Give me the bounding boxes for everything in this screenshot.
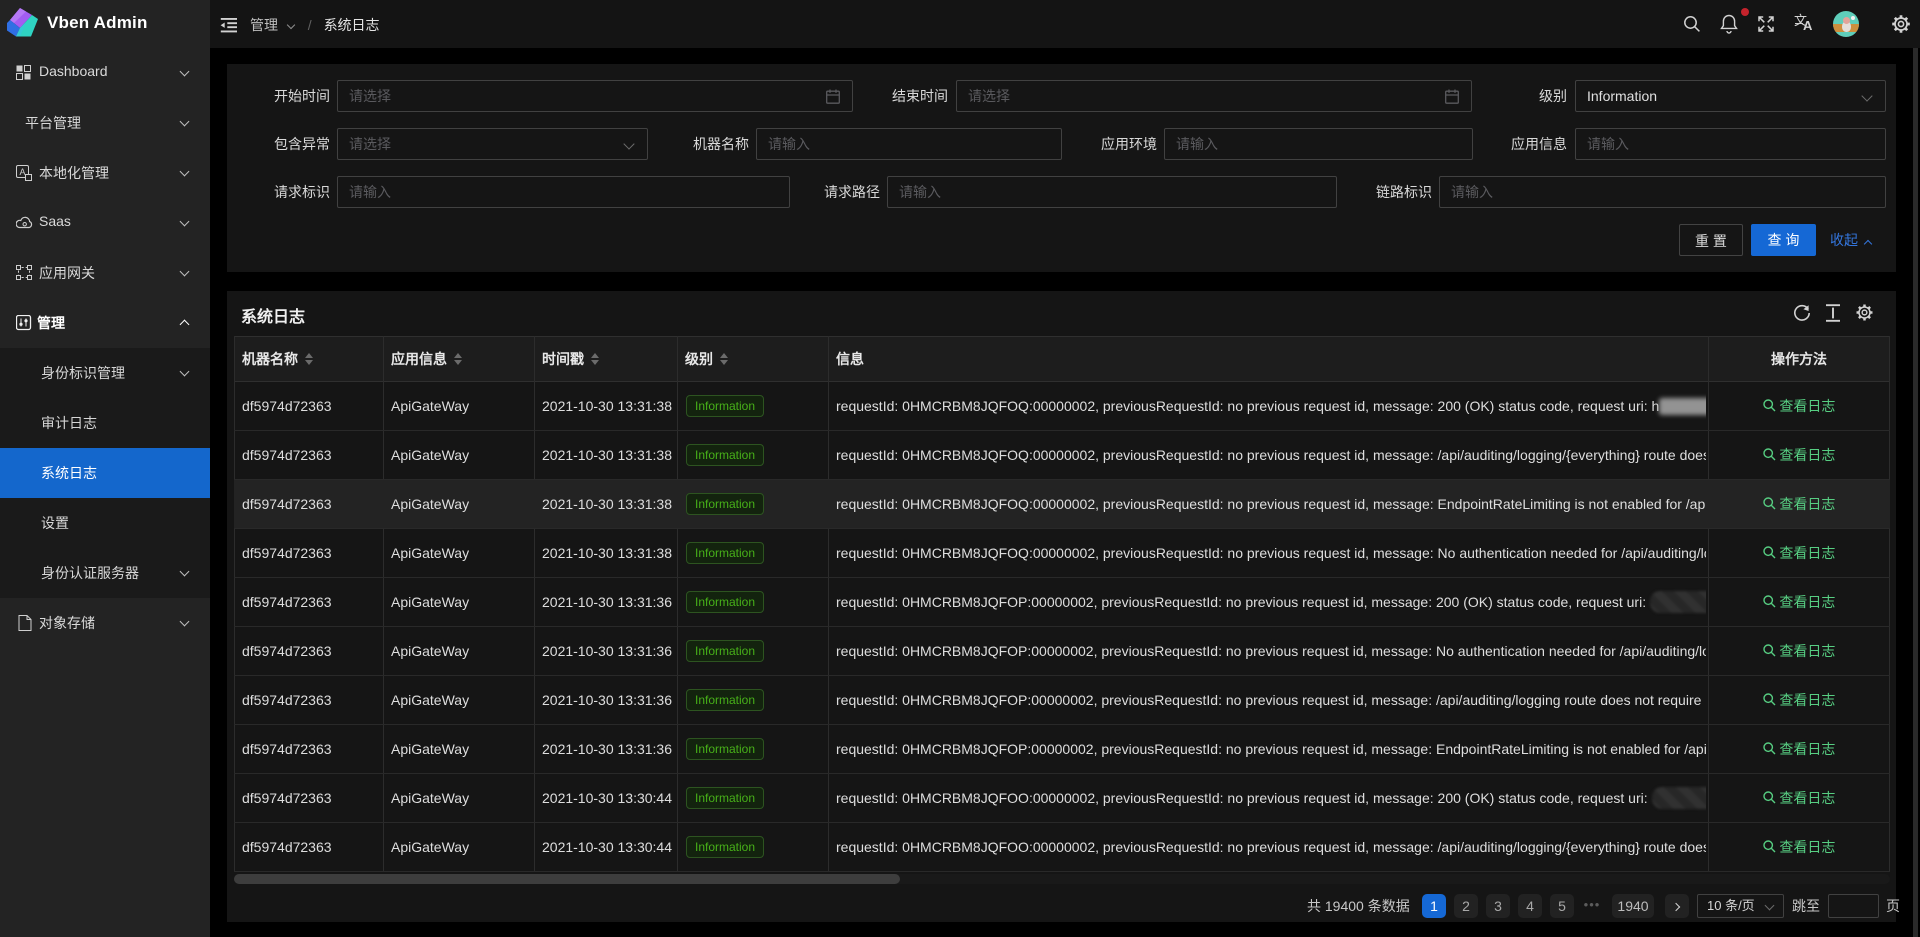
svg-text:A: A [19,167,25,177]
